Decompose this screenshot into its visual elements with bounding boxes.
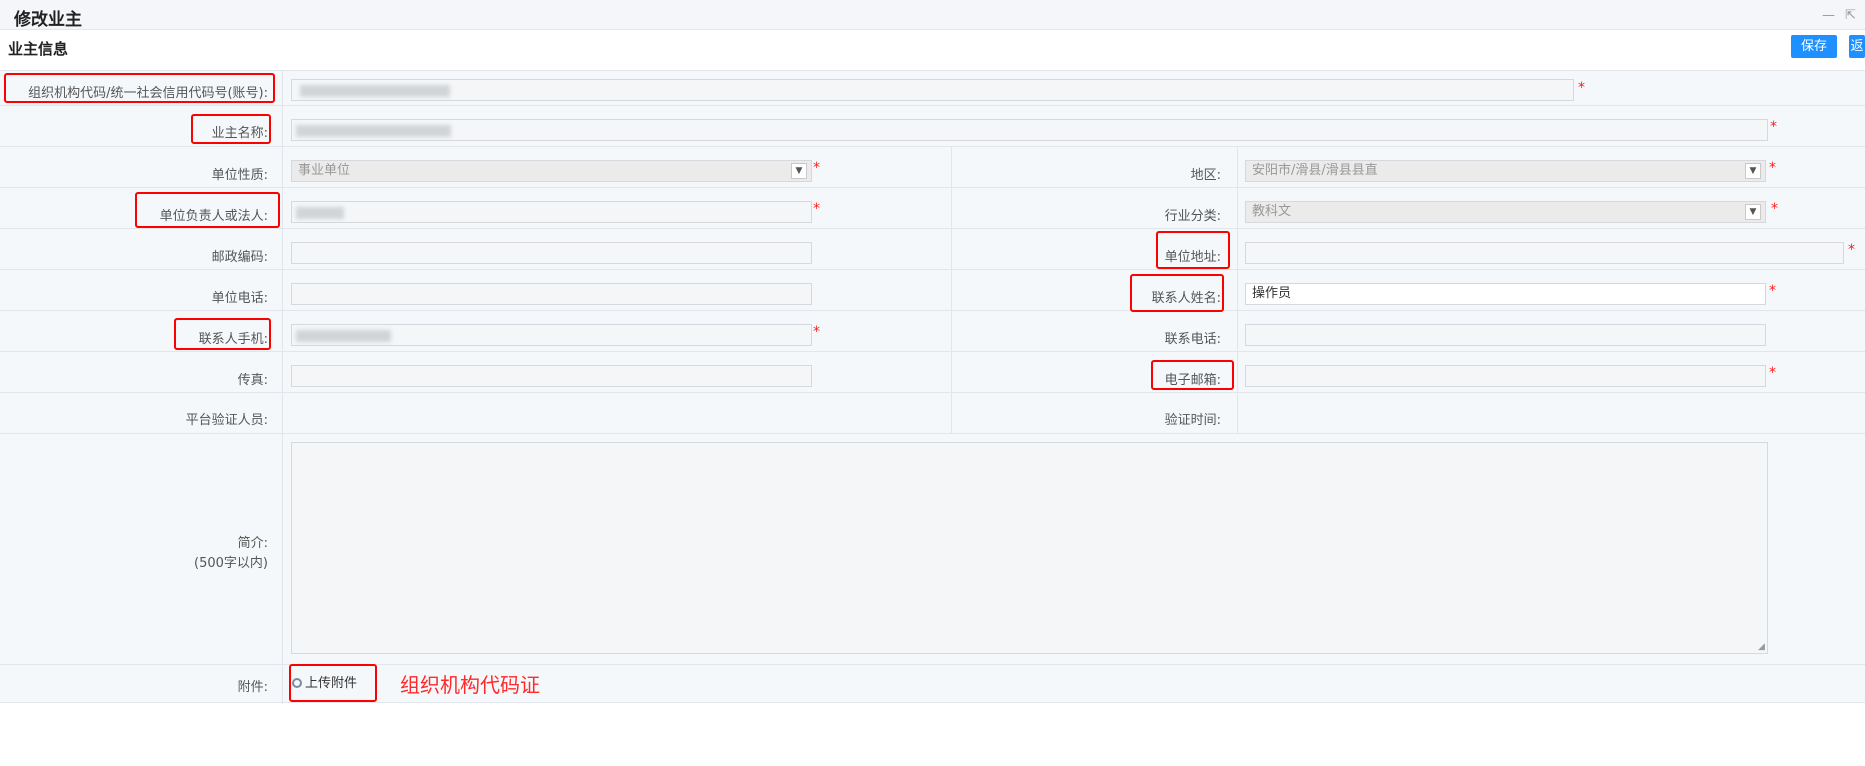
owner-name-input[interactable] [291, 119, 1768, 141]
unit-phone-label: 单位电话: [211, 291, 268, 306]
legal-person-input[interactable] [291, 201, 812, 223]
industry-value: 教科文 [1252, 204, 1292, 219]
unit-nature-value: 事业单位 [298, 163, 351, 178]
row-phone-contact: 单位电话: 联系人姓名: 操作员 * [0, 269, 1865, 311]
popout-icon[interactable]: ⇱ [1845, 8, 1856, 23]
required-mark: * [1769, 160, 1776, 176]
redacted-mask [296, 330, 391, 342]
chevron-down-icon[interactable]: ▼ [791, 163, 807, 179]
required-mark: * [1771, 201, 1778, 217]
annotation-box [174, 318, 271, 350]
minimize-icon[interactable]: — [1822, 8, 1835, 23]
required-mark: * [1770, 119, 1777, 135]
industry-select[interactable]: 教科文 ▼ [1245, 201, 1766, 223]
fax-input[interactable] [291, 365, 812, 387]
redacted-mask [300, 85, 450, 97]
intro-hint: (500字以内) [194, 556, 268, 571]
unit-phone-input[interactable] [291, 283, 812, 305]
industry-label: 行业分类: [1164, 209, 1221, 224]
save-button[interactable]: 保存 [1791, 35, 1837, 58]
required-mark: * [1848, 242, 1855, 258]
unit-nature-label: 单位性质: [211, 168, 268, 183]
redacted-mask [296, 125, 451, 137]
required-mark: * [1769, 283, 1776, 299]
required-mark: * [813, 160, 820, 176]
resize-handle-icon[interactable]: ◢ [1758, 642, 1863, 765]
section-title: 业主信息 [8, 40, 69, 58]
unit-nature-select[interactable]: 事业单位 ▼ [291, 160, 812, 182]
back-button[interactable]: 返 [1849, 35, 1865, 58]
row-postcode-address: 邮政编码: 单位地址: * [0, 228, 1865, 270]
intro-label: 简介: (500字以内) [0, 534, 268, 574]
required-mark: * [1769, 365, 1776, 381]
address-input[interactable] [1245, 242, 1844, 264]
annotation-box [1151, 360, 1234, 390]
annotation-box [4, 73, 275, 103]
verifier-label: 平台验证人员: [185, 413, 268, 428]
row-fax-email: 传真: 电子邮箱: * [0, 351, 1865, 393]
row-owner-name: 业主名称: * [0, 105, 1865, 147]
postcode-input[interactable] [291, 242, 812, 264]
attachment-label: 附件: [237, 680, 268, 695]
org-code-input[interactable] [291, 79, 1574, 101]
required-mark: * [1578, 80, 1585, 96]
region-label: 地区: [1190, 168, 1221, 183]
row-attachment: 附件: [0, 664, 1865, 704]
contact-name-input[interactable]: 操作员 [1245, 283, 1766, 305]
annotation-box [289, 664, 377, 702]
row-verifier: 平台验证人员: 验证时间: [0, 392, 1865, 434]
intro-textarea[interactable] [291, 442, 1768, 654]
region-value: 安阳市/滑县/滑县县直 [1252, 163, 1378, 178]
row-nature-region: 单位性质: 事业单位 ▼ * 地区: 安阳市/滑县/滑县县直 ▼ * [0, 146, 1865, 188]
redacted-mask [296, 207, 344, 219]
window-title: 修改业主 [14, 10, 82, 30]
chevron-down-icon[interactable]: ▼ [1745, 204, 1761, 220]
required-mark: * [813, 201, 820, 217]
postcode-label: 邮政编码: [211, 250, 268, 265]
window-titlebar: 修改业主 — ⇱ [0, 0, 1865, 30]
region-select[interactable]: 安阳市/滑县/滑县县直 ▼ [1245, 160, 1766, 182]
annotation-box [191, 114, 271, 144]
required-mark: * [813, 324, 820, 340]
annotation-box [1130, 274, 1224, 312]
intro-label-text: 简介: [237, 536, 268, 551]
row-org-code: 组织机构代码/统一社会信用代码号(账号): * [0, 70, 1865, 106]
verify-time-label: 验证时间: [1164, 413, 1221, 428]
row-mobile-phone: 联系人手机: * 联系电话: [0, 310, 1865, 352]
contact-phone-label: 联系电话: [1164, 332, 1221, 347]
annotation-box [135, 192, 280, 228]
attachment-annotation: 组织机构代码证 [400, 673, 540, 697]
fax-label: 传真: [237, 373, 268, 388]
contact-phone-input[interactable] [1245, 324, 1766, 346]
chevron-down-icon[interactable]: ▼ [1745, 163, 1761, 179]
annotation-box [1156, 231, 1230, 269]
email-input[interactable] [1245, 365, 1766, 387]
